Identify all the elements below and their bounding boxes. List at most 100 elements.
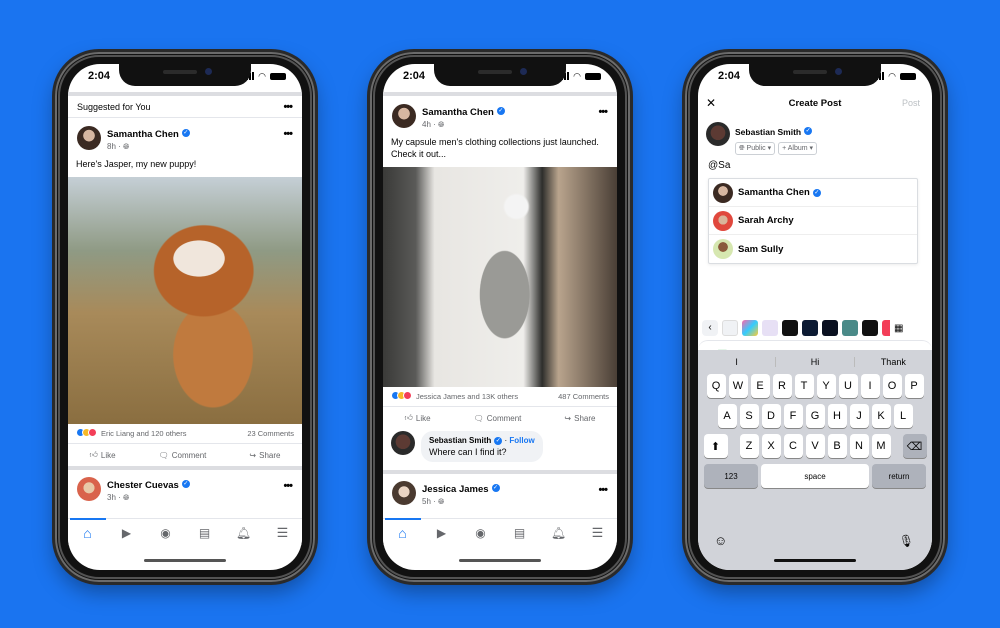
key-q[interactable]: Q xyxy=(706,374,726,398)
like-button[interactable]: 👍︎ Like xyxy=(90,450,116,460)
key-f[interactable]: F xyxy=(783,404,803,428)
reactions-summary[interactable]: Jessica James and 13K others xyxy=(416,392,518,401)
more-options-icon[interactable]: ••• xyxy=(598,484,608,496)
key-i[interactable]: I xyxy=(860,374,880,398)
home-icon[interactable]: ⌂ xyxy=(69,517,106,543)
post-author[interactable]: Samantha Chen xyxy=(422,107,494,118)
key-g[interactable]: G xyxy=(805,404,825,428)
post-image-bulldog[interactable] xyxy=(68,177,302,424)
more-options-icon[interactable]: ••• xyxy=(598,106,608,118)
home-icon[interactable]: ⌂ xyxy=(384,517,421,543)
suggestion[interactable]: Hi xyxy=(775,357,855,367)
numbers-key[interactable]: 123 xyxy=(704,464,758,488)
background-option[interactable] xyxy=(802,320,818,336)
reactions-summary[interactable]: Eric Liang and 120 others xyxy=(101,429,186,438)
more-options-icon[interactable]: ••• xyxy=(283,101,293,113)
like-button[interactable]: 👍︎ Like xyxy=(405,413,431,423)
key-x[interactable]: X xyxy=(761,434,781,458)
key-p[interactable]: P xyxy=(904,374,924,398)
suggestion[interactable]: Thank xyxy=(855,357,932,367)
space-key[interactable]: space xyxy=(761,464,869,488)
key-n[interactable]: N xyxy=(849,434,869,458)
mention-item[interactable]: Sam Sully xyxy=(709,235,917,263)
return-key[interactable]: return xyxy=(872,464,926,488)
news-icon[interactable]: ▤ xyxy=(195,523,215,543)
comment-text: Where can I find it? xyxy=(429,447,507,457)
video-icon[interactable]: ▶ xyxy=(117,523,137,543)
audience-selector[interactable]: 🌐︎ Public ▾ xyxy=(735,142,776,155)
post-image-clothing-store[interactable] xyxy=(383,167,617,387)
comment-button[interactable]: 🗨︎ Comment xyxy=(159,451,207,460)
suggestion[interactable]: I xyxy=(698,357,775,367)
key-b[interactable]: B xyxy=(827,434,847,458)
mention-item[interactable]: Samantha Chen ✓ xyxy=(709,179,917,207)
key-k[interactable]: K xyxy=(871,404,891,428)
groups-icon[interactable]: ◉ xyxy=(471,523,491,543)
more-options-icon[interactable]: ••• xyxy=(283,128,293,140)
comments-count[interactable]: 487 Comments xyxy=(558,392,609,401)
comment-author[interactable]: Sebastian Smith xyxy=(429,436,491,445)
post-author[interactable]: Jessica James xyxy=(422,484,489,495)
shift-key[interactable]: ⬆ xyxy=(703,434,728,458)
background-option[interactable] xyxy=(782,320,798,336)
chevron-left-icon[interactable]: ‹ xyxy=(702,320,718,336)
microphone-icon[interactable]: 🎙︎ xyxy=(899,534,914,548)
key-s[interactable]: S xyxy=(739,404,759,428)
bell-icon[interactable]: 🔔︎ xyxy=(549,523,569,543)
menu-icon[interactable]: ☰ xyxy=(273,523,293,543)
avatar[interactable] xyxy=(77,477,101,501)
key-o[interactable]: O xyxy=(882,374,902,398)
follow-link[interactable]: Follow xyxy=(509,436,534,445)
key-l[interactable]: L xyxy=(893,404,913,428)
key-c[interactable]: C xyxy=(783,434,803,458)
groups-icon[interactable]: ◉ xyxy=(156,523,176,543)
background-option[interactable] xyxy=(722,320,738,336)
key-y[interactable]: Y xyxy=(816,374,836,398)
post-author[interactable]: Chester Cuevas xyxy=(107,480,179,491)
album-selector[interactable]: + Album ▾ xyxy=(778,142,818,155)
background-option[interactable] xyxy=(862,320,878,336)
love-reaction-icon xyxy=(88,428,97,437)
video-icon[interactable]: ▶ xyxy=(432,523,452,543)
background-option[interactable] xyxy=(742,320,758,336)
share-button[interactable]: ↪ Share xyxy=(249,451,280,460)
more-options-icon[interactable]: ••• xyxy=(283,480,293,492)
verified-icon: ✓ xyxy=(496,106,505,115)
backspace-key[interactable]: ⌫ xyxy=(902,434,927,458)
key-w[interactable]: W xyxy=(728,374,748,398)
share-button[interactable]: ↪ Share xyxy=(564,414,595,423)
key-u[interactable]: U xyxy=(838,374,858,398)
background-option[interactable] xyxy=(882,320,890,336)
key-h[interactable]: H xyxy=(827,404,847,428)
menu-icon[interactable]: ☰ xyxy=(588,523,608,543)
comment-button[interactable]: 🗨︎ Comment xyxy=(474,414,522,423)
avatar[interactable] xyxy=(391,431,415,455)
key-a[interactable]: A xyxy=(717,404,737,428)
bell-icon[interactable]: 🔔︎ xyxy=(234,523,254,543)
grid-icon[interactable]: ▦ xyxy=(894,323,903,334)
key-d[interactable]: D xyxy=(761,404,781,428)
verified-icon: ✓ xyxy=(491,483,500,492)
key-m[interactable]: M xyxy=(871,434,891,458)
avatar[interactable] xyxy=(392,104,416,128)
key-v[interactable]: V xyxy=(805,434,825,458)
background-option[interactable] xyxy=(762,320,778,336)
avatar[interactable] xyxy=(392,481,416,505)
mention-item[interactable]: Sarah Archy xyxy=(709,207,917,235)
background-option[interactable] xyxy=(842,320,858,336)
avatar[interactable] xyxy=(77,126,101,150)
post-button[interactable]: Post xyxy=(902,98,920,108)
emoji-keyboard-icon[interactable]: ☺ xyxy=(714,533,727,548)
key-r[interactable]: R xyxy=(772,374,792,398)
background-option[interactable] xyxy=(822,320,838,336)
post-input[interactable]: @Sa xyxy=(708,160,730,171)
key-z[interactable]: Z xyxy=(739,434,759,458)
key-e[interactable]: E xyxy=(750,374,770,398)
key-j[interactable]: J xyxy=(849,404,869,428)
comments-count[interactable]: 23 Comments xyxy=(247,429,294,438)
key-t[interactable]: T xyxy=(794,374,814,398)
post-author[interactable]: Samantha Chen xyxy=(107,129,179,140)
verified-icon: ✓ xyxy=(804,126,813,135)
news-icon[interactable]: ▤ xyxy=(510,523,530,543)
predictive-bar: I Hi Thank xyxy=(698,350,932,374)
